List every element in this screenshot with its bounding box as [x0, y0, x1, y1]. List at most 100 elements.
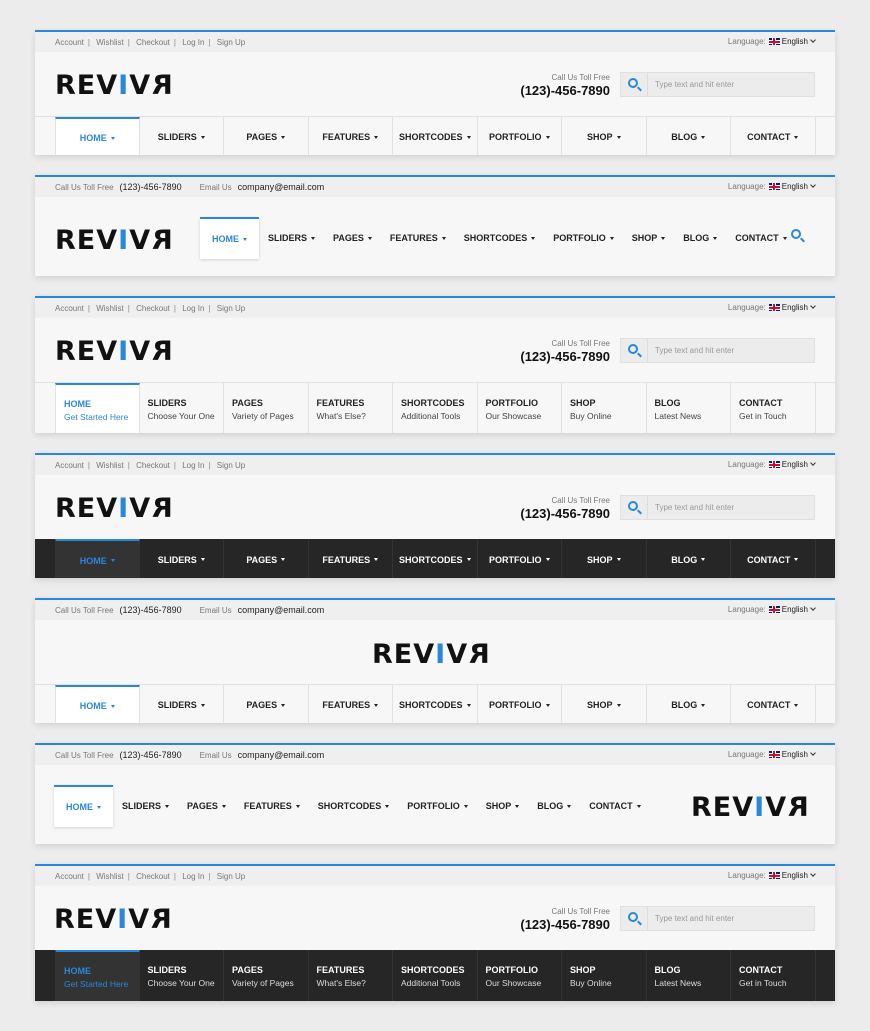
search-box[interactable]: Type text and hit enter: [620, 906, 815, 931]
nav-portfolio[interactable]: PORTFOLIO: [478, 685, 562, 723]
nav-portfolio[interactable]: PORTFOLIO Our Showcase: [478, 950, 562, 1001]
nav-shop[interactable]: SHOP: [477, 785, 529, 827]
nav-features[interactable]: FEATURES What's Else?: [309, 950, 393, 1001]
nav-features[interactable]: FEATURES: [381, 217, 455, 259]
logo[interactable]: REVIVR: [372, 639, 490, 670]
signup-link[interactable]: Sign Up: [217, 304, 245, 313]
nav-sliders[interactable]: SLIDERS: [259, 217, 324, 259]
nav-blog[interactable]: BLOG Latest News: [647, 383, 731, 433]
nav-shortcodes[interactable]: SHORTCODES Additional Tools: [393, 950, 478, 1001]
wishlist-link[interactable]: Wishlist: [96, 461, 124, 470]
nav-blog[interactable]: BLOG Latest News: [647, 950, 731, 1001]
account-link[interactable]: Account: [55, 304, 84, 313]
nav-sliders[interactable]: SLIDERS Choose Your One: [140, 950, 224, 1001]
search-icon[interactable]: [628, 501, 638, 511]
checkout-link[interactable]: Checkout: [136, 461, 170, 470]
language-selector[interactable]: Language: English: [728, 37, 816, 46]
language-selector[interactable]: Language: English: [728, 750, 816, 759]
signup-link[interactable]: Sign Up: [217, 461, 245, 470]
nav-home[interactable]: HOME: [55, 117, 140, 155]
nav-shortcodes[interactable]: SHORTCODES: [393, 539, 478, 578]
nav-pages[interactable]: PAGES: [224, 117, 309, 155]
login-link[interactable]: Log In: [182, 304, 204, 313]
nav-shop[interactable]: SHOP: [623, 217, 675, 259]
login-link[interactable]: Log In: [182, 461, 204, 470]
checkout-link[interactable]: Checkout: [136, 872, 170, 881]
nav-sliders[interactable]: SLIDERS Choose Your One: [140, 383, 224, 433]
language-selector[interactable]: Language: English: [728, 605, 816, 614]
nav-features[interactable]: FEATURES: [235, 785, 309, 827]
search-icon[interactable]: [628, 78, 638, 88]
nav-contact[interactable]: CONTACT: [731, 685, 816, 723]
nav-contact[interactable]: CONTACT: [580, 785, 649, 827]
nav-portfolio[interactable]: PORTFOLIO: [478, 539, 562, 578]
signup-link[interactable]: Sign Up: [217, 38, 245, 47]
nav-blog[interactable]: BLOG: [528, 785, 580, 827]
nav-shortcodes[interactable]: SHORTCODES: [393, 117, 478, 155]
language-selector[interactable]: Language: English: [728, 303, 816, 312]
nav-portfolio[interactable]: PORTFOLIO Our Showcase: [478, 383, 562, 433]
search-box[interactable]: Type text and hit enter: [620, 72, 815, 97]
checkout-link[interactable]: Checkout: [136, 38, 170, 47]
nav-shortcodes[interactable]: SHORTCODES: [309, 785, 399, 827]
nav-sliders[interactable]: SLIDERS: [113, 785, 178, 827]
nav-blog[interactable]: BLOG: [674, 217, 726, 259]
nav-portfolio[interactable]: PORTFOLIO: [478, 117, 562, 155]
nav-pages[interactable]: PAGES Variety of Pages: [224, 383, 309, 433]
nav-pages[interactable]: PAGES Variety of Pages: [224, 950, 309, 1001]
logo[interactable]: REVIVR: [55, 336, 173, 367]
nav-portfolio[interactable]: PORTFOLIO: [398, 785, 477, 827]
nav-shop[interactable]: SHOP: [562, 539, 647, 578]
account-link[interactable]: Account: [55, 461, 84, 470]
nav-features[interactable]: FEATURES: [309, 685, 393, 723]
wishlist-link[interactable]: Wishlist: [96, 872, 124, 881]
nav-home[interactable]: HOME Get Started Here: [55, 383, 140, 433]
nav-shortcodes[interactable]: SHORTCODES: [393, 685, 478, 723]
logo[interactable]: REVIVR: [55, 70, 173, 101]
nav-home[interactable]: HOME: [54, 785, 113, 827]
nav-pages[interactable]: PAGES: [224, 685, 309, 723]
nav-shop[interactable]: SHOP Buy Online: [562, 383, 647, 433]
nav-features[interactable]: FEATURES: [309, 539, 393, 578]
wishlist-link[interactable]: Wishlist: [96, 304, 124, 313]
search-box[interactable]: Type text and hit enter: [620, 338, 815, 363]
language-selector[interactable]: Language: English: [728, 182, 816, 191]
search-icon[interactable]: [628, 912, 638, 922]
nav-features[interactable]: FEATURES: [309, 117, 393, 155]
nav-home[interactable]: HOME: [55, 685, 140, 723]
language-selector[interactable]: Language: English: [728, 871, 816, 880]
nav-shop[interactable]: SHOP: [562, 685, 647, 723]
logo[interactable]: REVIVR: [691, 792, 809, 823]
nav-blog[interactable]: BLOG: [647, 117, 731, 155]
nav-blog[interactable]: BLOG: [647, 685, 731, 723]
nav-pages[interactable]: PAGES: [324, 217, 381, 259]
nav-contact[interactable]: CONTACT Get in Touch: [731, 950, 816, 1001]
search-icon[interactable]: [628, 344, 638, 354]
nav-home[interactable]: HOME: [55, 539, 140, 578]
checkout-link[interactable]: Checkout: [136, 304, 170, 313]
search-toggle[interactable]: [791, 229, 807, 245]
search-icon[interactable]: [791, 229, 801, 239]
nav-contact[interactable]: CONTACT: [731, 539, 816, 578]
nav-home[interactable]: HOME Get Started Here: [55, 950, 140, 1001]
account-link[interactable]: Account: [55, 38, 84, 47]
nav-sliders[interactable]: SLIDERS: [140, 117, 224, 155]
wishlist-link[interactable]: Wishlist: [96, 38, 124, 47]
nav-home[interactable]: HOME: [200, 217, 259, 259]
nav-shop[interactable]: SHOP: [562, 117, 647, 155]
logo[interactable]: REVIVR: [55, 493, 173, 524]
nav-shortcodes[interactable]: SHORTCODES Additional Tools: [393, 383, 478, 433]
nav-shop[interactable]: SHOP Buy Online: [562, 950, 647, 1001]
search-box[interactable]: Type text and hit enter: [620, 495, 815, 520]
nav-contact[interactable]: CONTACT: [731, 117, 816, 155]
nav-pages[interactable]: PAGES: [178, 785, 235, 827]
logo[interactable]: REVIVR: [55, 225, 173, 256]
signup-link[interactable]: Sign Up: [217, 872, 245, 881]
nav-pages[interactable]: PAGES: [224, 539, 309, 578]
nav-portfolio[interactable]: PORTFOLIO: [544, 217, 623, 259]
nav-blog[interactable]: BLOG: [647, 539, 731, 578]
nav-features[interactable]: FEATURES What's Else?: [309, 383, 393, 433]
account-link[interactable]: Account: [55, 872, 84, 881]
logo[interactable]: REVIVR: [54, 904, 172, 935]
nav-contact[interactable]: CONTACT: [726, 217, 795, 259]
